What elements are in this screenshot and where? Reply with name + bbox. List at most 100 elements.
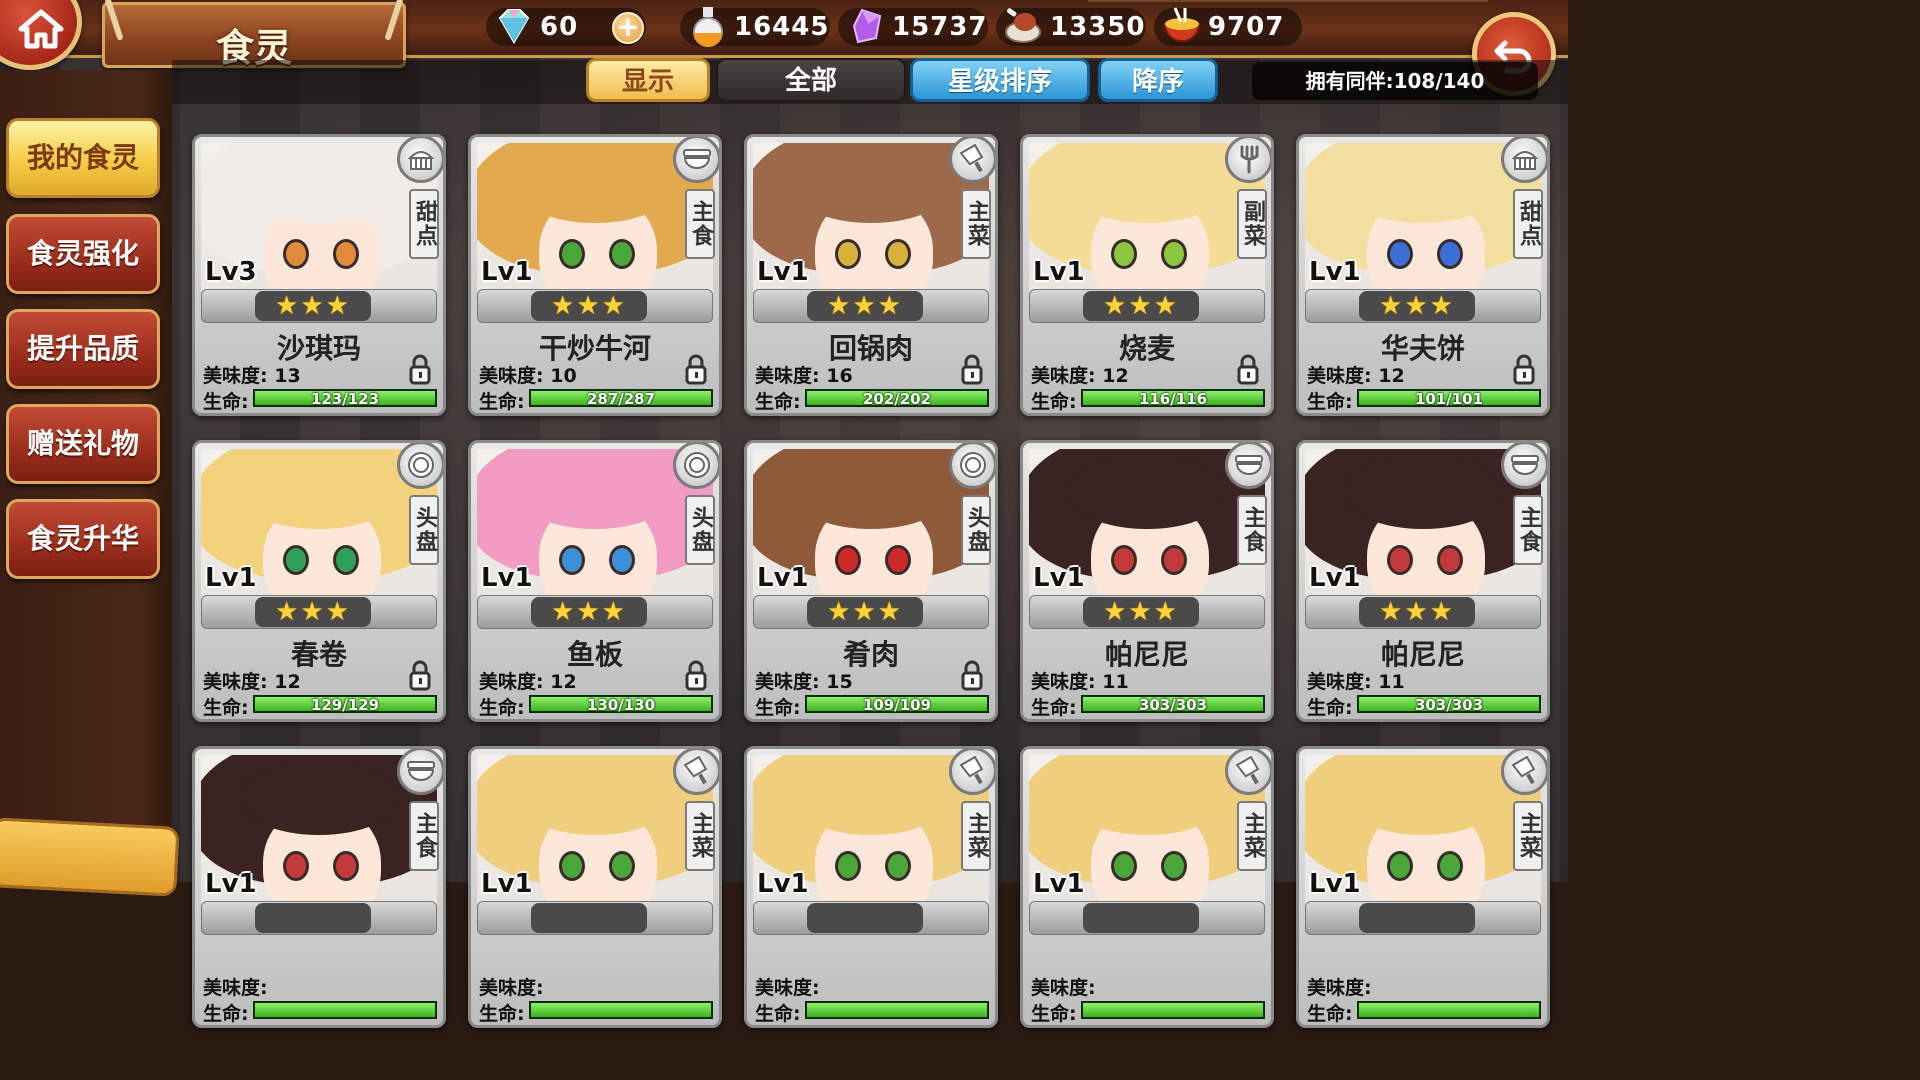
taste-stat: 美味度: 16 [755, 361, 853, 388]
taste-stat: 美味度: [1307, 973, 1372, 1000]
sidebar-item-enhance[interactable]: 食灵强化 [6, 214, 160, 294]
hp-label: 生命: [479, 391, 525, 413]
taste-stat: 美味度: 12 [479, 667, 577, 694]
dish-type-tag: 主食 [1513, 495, 1543, 565]
sidebar-item-my-food-souls[interactable]: 我的食灵 [6, 118, 160, 198]
hp-bar [1081, 1001, 1265, 1019]
taste-label: 美味度: [1031, 977, 1096, 999]
taste-stat: 美味度: [203, 973, 268, 1000]
food-soul-card[interactable]: Lv1 主菜 ★★★ 回锅肉 美味度: 16 生命: 202/202 [744, 134, 998, 416]
food-soul-card[interactable]: Lv1 主食 ★★★ 帕尼尼 美味度: 11 生命: 303/303 [1296, 440, 1550, 722]
level-label: Lv1 [1033, 869, 1085, 899]
hp-label: 生命: [1031, 697, 1077, 719]
taste-value: 12 [1102, 365, 1129, 387]
hp-bar: 202/202 [805, 389, 989, 408]
taste-label: 美味度: [755, 365, 820, 387]
bowl-icon [1501, 443, 1547, 489]
cleaver-icon [949, 749, 995, 795]
hp-value: 101/101 [1414, 390, 1484, 408]
lock-icon[interactable] [1513, 353, 1535, 389]
hp-value: 129/129 [310, 696, 380, 714]
taste-value: 15 [826, 671, 853, 693]
food-soul-card[interactable]: Lv1 主菜 美味度: 生命: [1020, 746, 1274, 1028]
level-label: Lv1 [1033, 563, 1085, 593]
hp-label: 生命: [1307, 697, 1353, 719]
food-soul-card[interactable]: Lv3 甜点 ★★★ 沙琪玛 美味度: 13 生命: 123/123 [192, 134, 446, 416]
food-soul-card[interactable]: Lv1 头盘 ★★★ 鱼板 美味度: 12 生命: 130/130 [468, 440, 722, 722]
food-soul-card[interactable]: Lv1 头盘 ★★★ 春卷 美味度: 12 生命: 129/129 [192, 440, 446, 722]
star-sort-button[interactable]: 星级排序 [910, 58, 1090, 102]
hp-value: 116/116 [1138, 390, 1208, 408]
fork-icon [1225, 137, 1271, 183]
purple-crystal-icon [844, 4, 888, 48]
taste-value: 16 [826, 365, 853, 387]
sidebar-bottom-tab[interactable] [0, 817, 180, 897]
hp-label: 生命: [479, 697, 525, 719]
food-soul-card[interactable]: Lv1 主食 ★★★ 帕尼尼 美味度: 11 生命: 303/303 [1020, 440, 1274, 722]
sidebar-item-ascend[interactable]: 食灵升华 [6, 499, 160, 579]
hp-bar: 287/287 [529, 389, 713, 408]
hp-value: 303/303 [1414, 696, 1484, 714]
star-rating [1359, 903, 1475, 933]
food-soul-card[interactable]: Lv1 主菜 美味度: 生命: [744, 746, 998, 1028]
bowl-icon [397, 749, 443, 795]
star-rating [255, 903, 371, 933]
hp-bar [253, 1001, 437, 1019]
lock-icon[interactable] [685, 659, 707, 695]
dish-type-tag: 头盘 [685, 495, 715, 565]
food-soul-card[interactable]: Lv1 副菜 ★★★ 烧麦 美味度: 12 生命: 116/116 [1020, 134, 1274, 416]
taste-value: 12 [1378, 365, 1405, 387]
lock-icon[interactable] [685, 353, 707, 389]
food-soul-card[interactable]: Lv1 主食 ★★★ 干炒牛河 美味度: 10 生命: 287/287 [468, 134, 722, 416]
add-gems-button[interactable]: + [612, 12, 644, 44]
star-rating: ★★★ [807, 597, 923, 627]
hp-bar: 130/130 [529, 695, 713, 714]
star-rating: ★★★ [255, 291, 371, 321]
level-label: Lv1 [1309, 563, 1361, 593]
dish-type-tag: 主菜 [1513, 801, 1543, 871]
descending-sort-button[interactable]: 降序 [1098, 58, 1218, 102]
plate-icon [397, 443, 443, 489]
taste-stat: 美味度: 12 [203, 667, 301, 694]
taste-stat: 美味度: 10 [479, 361, 577, 388]
plate-icon [949, 443, 995, 489]
taste-label: 美味度: [1031, 671, 1096, 693]
level-label: Lv1 [757, 563, 809, 593]
sidebar-item-give-gifts[interactable]: 赠送礼物 [6, 404, 160, 484]
lock-icon[interactable] [409, 659, 431, 695]
star-rating: ★★★ [255, 597, 371, 627]
taste-stat: 美味度: [479, 973, 544, 1000]
food-soul-card[interactable]: Lv1 主食 美味度: 生命: [192, 746, 446, 1028]
star-rating: ★★★ [1359, 597, 1475, 627]
level-label: Lv1 [1309, 869, 1361, 899]
food-soul-card[interactable]: Lv1 头盘 ★★★ 肴肉 美味度: 15 生命: 109/109 [744, 440, 998, 722]
dish-type-tag: 主菜 [1237, 801, 1267, 871]
hp-value: 202/202 [862, 390, 932, 408]
sidebar-item-upgrade-quality[interactable]: 提升品质 [6, 309, 160, 389]
taste-stat: 美味度: [1031, 973, 1096, 1000]
dish-type-tag: 头盘 [409, 495, 439, 565]
taste-label: 美味度: [203, 977, 268, 999]
hp-bar: 303/303 [1081, 695, 1265, 714]
home-icon [18, 9, 64, 49]
level-label: Lv1 [757, 869, 809, 899]
hp-value: 130/130 [586, 696, 656, 714]
lock-icon[interactable] [409, 353, 431, 389]
dish-type-tag: 主食 [685, 189, 715, 259]
lock-icon[interactable] [961, 353, 983, 389]
taste-label: 美味度: [1307, 365, 1372, 387]
food-soul-card[interactable]: Lv1 主菜 美味度: 生命: [1296, 746, 1550, 1028]
meat-drumstick-icon [1002, 4, 1046, 48]
taste-stat: 美味度: 13 [203, 361, 301, 388]
star-rating [807, 903, 923, 933]
display-toggle-button[interactable]: 显示 [586, 58, 710, 102]
taste-label: 美味度: [1031, 365, 1096, 387]
crystal-counter: 15737 [838, 8, 988, 46]
food-soul-card[interactable]: Lv1 主菜 美味度: 生命: [468, 746, 722, 1028]
lock-icon[interactable] [1237, 353, 1259, 389]
filter-all-button[interactable]: 全部 [716, 58, 906, 102]
lock-icon[interactable] [961, 659, 983, 695]
food-soul-card[interactable]: Lv1 甜点 ★★★ 华夫饼 美味度: 12 生命: 101/101 [1296, 134, 1550, 416]
potion-flask-icon [686, 4, 730, 48]
dish-type-tag: 主食 [1237, 495, 1267, 565]
